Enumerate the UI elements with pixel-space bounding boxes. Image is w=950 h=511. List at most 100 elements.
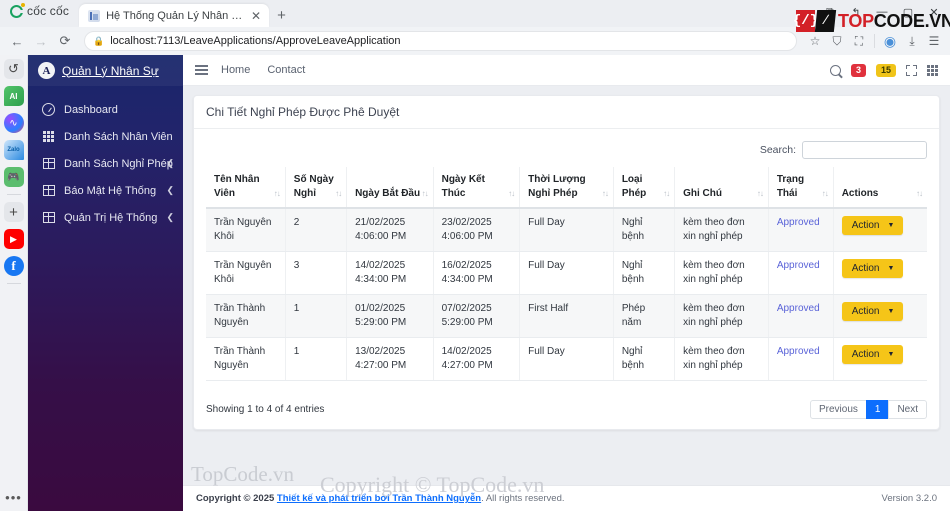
sidebar-item-system-security[interactable]: Báo Mật Hệ Thống ❮	[28, 177, 183, 204]
facebook-icon[interactable]: f	[3, 256, 24, 276]
chevron-left-icon[interactable]: ❮	[166, 158, 174, 169]
reload-icon[interactable]: ⟳	[54, 30, 76, 52]
add-extension-icon[interactable]: +	[3, 202, 24, 222]
status-badge[interactable]: Approved	[768, 337, 834, 381]
browser-menu-icon[interactable]: ☰	[924, 31, 944, 51]
column-header-employee[interactable]: Tên Nhân Viên ↑↓	[206, 167, 286, 209]
table-search-row: Search:	[206, 141, 927, 159]
nav-link-home[interactable]: Home	[221, 64, 250, 76]
youtube-icon[interactable]: ▶	[3, 229, 24, 249]
status-badge[interactable]: Approved	[768, 294, 834, 338]
table-row: Trần Thành Nguyên 1 13/02/2025 4:27:00 P…	[206, 337, 927, 381]
cell-start-date: 13/02/2025 4:27:00 PM	[346, 337, 434, 381]
column-header-days[interactable]: Số Ngày Nghỉ ↑↓	[285, 167, 348, 209]
zalo-icon[interactable]: Zalo	[3, 140, 24, 160]
app-logo-glyph: A	[42, 64, 51, 77]
coccoc-logo-icon	[10, 2, 25, 18]
back-window-icon[interactable]: ↰	[844, 3, 868, 21]
pagination: Previous 1 Next	[809, 400, 927, 419]
chevron-left-icon[interactable]: ❮	[166, 212, 174, 223]
gauge-icon	[42, 103, 55, 116]
new-tab-button[interactable]: +	[269, 8, 294, 27]
table-row: Trần Nguyên Khôi 3 14/02/2025 4:34:00 PM…	[206, 251, 927, 295]
column-header-status[interactable]: Trạng Thái ↑↓	[768, 167, 834, 209]
cell-duration: Full Day	[519, 337, 614, 381]
column-header-actions[interactable]: Actions ↑↓	[833, 167, 927, 209]
action-dropdown-button[interactable]: Action ▼	[841, 259, 904, 278]
action-dropdown-button[interactable]: Action ▼	[841, 302, 904, 321]
notification-badge-red[interactable]: 3	[850, 63, 866, 77]
close-window-button[interactable]: ✕	[922, 3, 946, 21]
sidebar-item-employee-list[interactable]: Danh Sách Nhân Viên	[28, 123, 183, 150]
sidebar-item-system-admin[interactable]: Quản Trị Hệ Thống ❮	[28, 204, 183, 231]
pagination-next[interactable]: Next	[888, 400, 927, 419]
restore-window-icon[interactable]: ⧉	[818, 3, 842, 21]
expand-icon[interactable]	[906, 64, 917, 76]
sidebar-header[interactable]: A Quản Lý Nhân Sự	[28, 55, 183, 86]
table-icon	[42, 157, 55, 170]
column-header-type[interactable]: Loại Phép ↑↓	[613, 167, 676, 209]
sidebar-item-dashboard[interactable]: Dashboard	[28, 96, 183, 123]
rail-more-icon[interactable]: •••	[5, 490, 22, 505]
ai-chat-icon[interactable]: AI	[3, 86, 24, 106]
rail-divider	[6, 194, 21, 195]
maximize-window-button[interactable]: ▢	[896, 3, 920, 21]
column-label: Ghi Chú	[683, 187, 722, 199]
browser-tab[interactable]: Hệ Thống Quản Lý Nhân Sự ✕	[79, 4, 270, 27]
topbar-actions: 3 15	[829, 63, 938, 77]
status-badge[interactable]: Approved	[768, 251, 834, 295]
sidebar-item-leave-list[interactable]: Danh Sách Nghỉ Phép ❮	[28, 150, 183, 177]
footer-developer-link[interactable]: Thiết kế và phát triển bởi Trần Thành Ng…	[277, 493, 481, 504]
action-dropdown-button[interactable]: Action ▼	[841, 345, 904, 364]
hamburger-icon[interactable]	[195, 65, 208, 75]
cell-duration: Full Day	[519, 208, 614, 252]
messenger-icon[interactable]: ∿	[3, 113, 24, 133]
cell-start-date: 21/02/2025 4:06:00 PM	[346, 208, 434, 252]
cell-employee: Trần Nguyên Khôi	[206, 208, 286, 252]
search-input[interactable]	[802, 141, 927, 159]
leave-details-card: Chi Tiết Nghỉ Phép Được Phê Duyệt Search…	[193, 95, 940, 430]
bookmark-star-icon[interactable]: ☆	[805, 31, 825, 51]
column-label: Actions	[841, 187, 879, 199]
chevron-left-icon[interactable]: ❮	[166, 185, 174, 196]
cell-days: 2	[285, 208, 348, 252]
browser-window: cốc cốc Hệ Thống Quản Lý Nhân Sự ✕ + ⧉ ↰…	[0, 0, 950, 511]
chevron-down-icon: ▼	[887, 351, 895, 358]
address-bar[interactable]: 🔒 localhost:7113/LeaveApplications/Appro…	[84, 31, 797, 51]
sort-icon: ↑↓	[663, 189, 670, 199]
column-header-duration[interactable]: Thời Lượng Nghỉ Phép ↑↓	[519, 167, 614, 209]
notification-badge-yellow[interactable]: 15	[875, 63, 896, 77]
shield-icon[interactable]: ⛉	[827, 31, 847, 51]
tab-close-icon[interactable]: ✕	[249, 10, 263, 22]
action-dropdown-button[interactable]: Action ▼	[841, 216, 904, 235]
sidebar-item-label: Danh Sách Nhân Viên	[64, 130, 173, 143]
sort-icon: ↑↓	[601, 189, 609, 199]
cell-leave-type: Phép năm	[613, 294, 676, 338]
column-header-end[interactable]: Ngày Kết Thúc ↑↓	[433, 167, 521, 209]
sidebar-item-label: Dashboard	[64, 103, 118, 116]
nav-link-contact[interactable]: Contact	[267, 64, 305, 76]
extensions-icon[interactable]: ⛶	[849, 31, 869, 51]
forward-icon[interactable]: →	[30, 30, 52, 52]
history-icon[interactable]: ↺	[3, 59, 24, 79]
app-footer: Copyright © 2025 Thiết kế và phát triển …	[183, 485, 950, 511]
status-badge[interactable]: Approved	[768, 208, 834, 252]
pagination-previous[interactable]: Previous	[809, 400, 867, 419]
search-icon[interactable]	[829, 64, 841, 76]
column-label: Ngày Bắt Đầu	[355, 187, 421, 199]
sidebar-item-label: Quản Trị Hệ Thống	[64, 211, 158, 224]
pagination-page-1[interactable]: 1	[865, 400, 890, 419]
back-icon[interactable]: ←	[6, 30, 28, 52]
downloads-icon[interactable]: ⤓	[902, 31, 922, 51]
minimize-window-button[interactable]: —	[870, 3, 894, 21]
column-header-note[interactable]: Ghi Chú ↑↓	[674, 167, 769, 209]
grid-apps-icon[interactable]	[927, 64, 938, 76]
profile-avatar-icon[interactable]: ◉	[880, 31, 900, 51]
footer-version-value: 3.2.0	[915, 493, 937, 504]
footer-version-label: Version	[881, 493, 916, 504]
table-row: Trần Nguyên Khôi 2 21/02/2025 4:06:00 PM…	[206, 208, 927, 252]
column-header-start[interactable]: Ngày Bắt Đầu ↑↓	[346, 167, 434, 209]
cell-leave-type: Nghỉ bệnh	[613, 208, 676, 252]
game-icon[interactable]: 🎮	[3, 167, 24, 187]
footer-copyright-prefix: Copyright © 2025	[196, 493, 277, 504]
